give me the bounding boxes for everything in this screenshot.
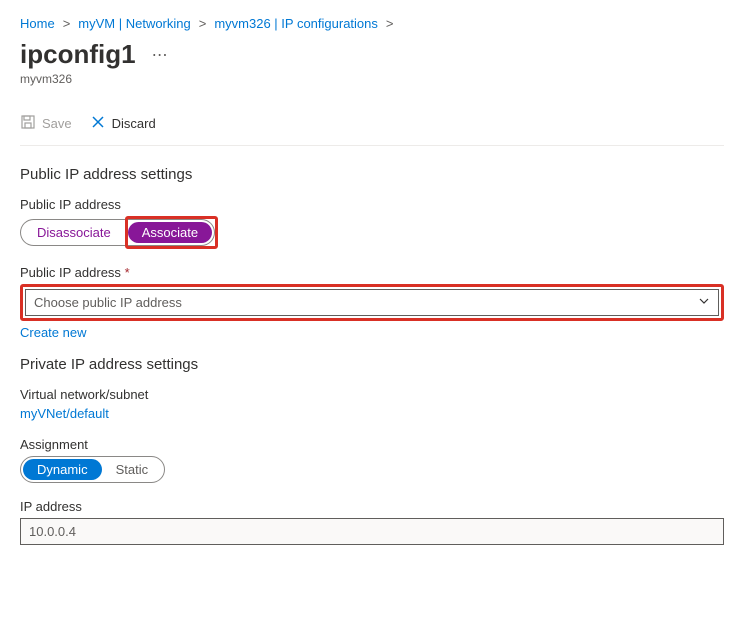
save-label: Save — [42, 116, 72, 131]
save-icon — [20, 114, 36, 133]
associate-option[interactable]: Associate — [128, 222, 212, 243]
discard-button[interactable]: Discard — [90, 114, 156, 133]
page-title: ipconfig1 — [20, 39, 136, 70]
associate-highlight: Associate — [125, 216, 218, 249]
close-icon — [90, 114, 106, 133]
disassociate-option[interactable]: Disassociate — [23, 222, 125, 243]
vnet-subnet-label: Virtual network/subnet — [20, 387, 724, 402]
save-button[interactable]: Save — [20, 114, 72, 133]
breadcrumb-vm-networking[interactable]: myVM | Networking — [78, 16, 190, 31]
chevron-down-icon — [698, 295, 710, 310]
assignment-toggle[interactable]: Dynamic Static — [20, 456, 165, 483]
create-new-public-ip-link[interactable]: Create new — [20, 325, 86, 340]
public-ip-address-label: Public IP address — [20, 197, 724, 212]
public-ip-dropdown[interactable]: Choose public IP address — [25, 289, 719, 316]
static-option[interactable]: Static — [102, 459, 163, 480]
chevron-right-icon: > — [63, 16, 71, 31]
public-ip-toggle[interactable]: Disassociate — [20, 219, 125, 246]
dropdown-placeholder: Choose public IP address — [34, 295, 182, 310]
assignment-label: Assignment — [20, 437, 724, 452]
chevron-right-icon: > — [386, 16, 394, 31]
discard-label: Discard — [112, 116, 156, 131]
ip-address-label: IP address — [20, 499, 724, 514]
breadcrumb-ip-configurations[interactable]: myvm326 | IP configurations — [214, 16, 378, 31]
ip-address-input[interactable] — [20, 518, 724, 545]
public-ip-dropdown-label: Public IP address * — [20, 265, 724, 280]
breadcrumb: Home > myVM | Networking > myvm326 | IP … — [20, 16, 724, 31]
private-ip-section-heading: Private IP address settings — [20, 356, 724, 373]
toolbar: Save Discard — [20, 106, 724, 146]
required-indicator: * — [125, 265, 130, 280]
chevron-right-icon: > — [199, 16, 207, 31]
breadcrumb-home[interactable]: Home — [20, 16, 55, 31]
public-ip-dropdown-highlight: Choose public IP address — [20, 284, 724, 321]
more-actions-button[interactable]: ⋯ — [148, 45, 172, 65]
vnet-subnet-link[interactable]: myVNet/default — [20, 406, 109, 421]
page-subtitle: myvm326 — [20, 72, 724, 86]
public-ip-section-heading: Public IP address settings — [20, 166, 724, 183]
dynamic-option[interactable]: Dynamic — [23, 459, 102, 480]
